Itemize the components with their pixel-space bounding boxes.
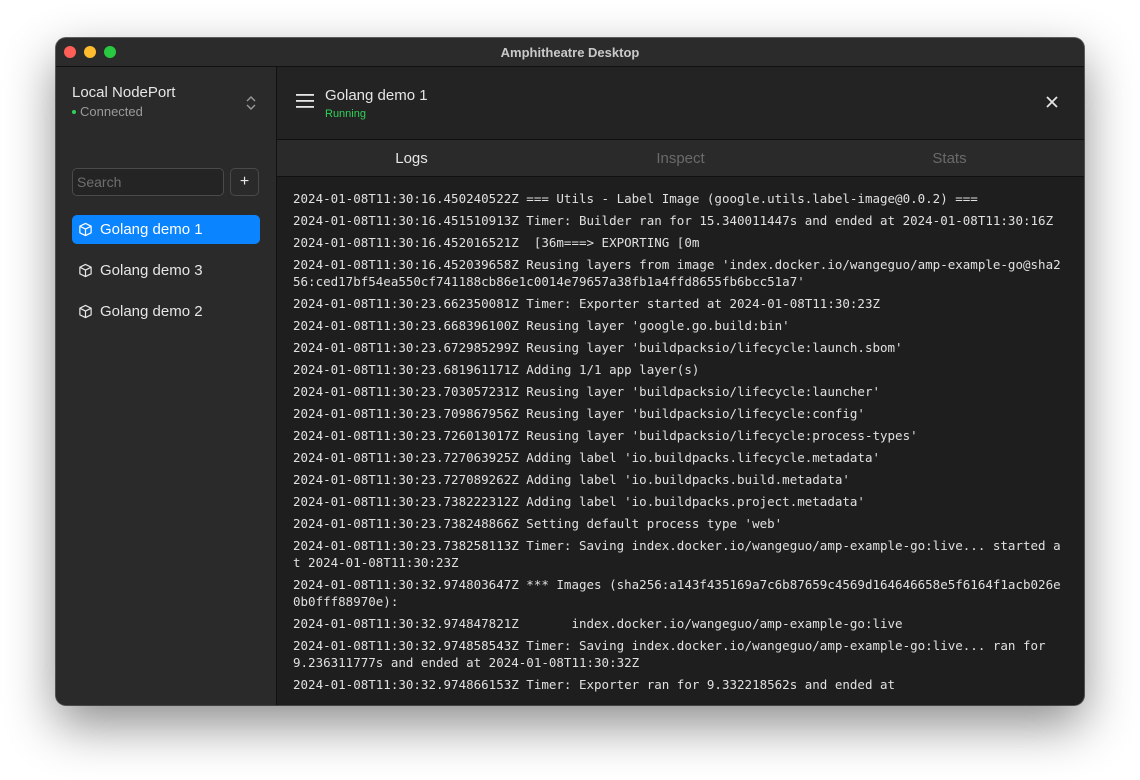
context-status-label: Connected — [80, 104, 143, 119]
log-line: 2024-01-08T11:30:23.727063925Z Adding la… — [293, 450, 880, 465]
log-line: 2024-01-08T11:30:23.738248866Z Setting d… — [293, 516, 783, 531]
log-line: 2024-01-08T11:30:16.450240522Z === Utils… — [293, 191, 978, 206]
playbook-item-golang-demo-1[interactable]: Golang demo 1 — [72, 215, 260, 244]
chevron-up-down-icon[interactable] — [244, 94, 258, 112]
tab-bar: Logs Inspect Stats — [277, 140, 1084, 177]
log-line: 2024-01-08T11:30:23.727089262Z Adding la… — [293, 472, 850, 487]
log-line: 2024-01-08T11:30:23.703057231Z Reusing l… — [293, 384, 880, 399]
window-controls — [64, 46, 116, 58]
tab-inspect[interactable]: Inspect — [546, 140, 815, 176]
playbook-status: Running — [325, 108, 366, 120]
log-line: 2024-01-08T11:30:32.974803647Z *** Image… — [293, 577, 1061, 609]
log-line: 2024-01-08T11:30:23.738222312Z Adding la… — [293, 494, 865, 509]
log-line: 2024-01-08T11:30:23.709867956Z Reusing l… — [293, 406, 865, 421]
title-bar: Amphitheatre Desktop — [56, 38, 1084, 67]
context-name: Local NodePort — [72, 84, 176, 101]
window-title: Amphitheatre Desktop — [500, 44, 640, 60]
playbook-title: Golang demo 1 — [325, 87, 428, 104]
tab-logs[interactable]: Logs — [277, 140, 546, 176]
playbook-list: Golang demo 1 Golang demo 3 Golang demo … — [72, 215, 260, 338]
close-icon[interactable] — [1046, 96, 1058, 108]
context-status: Connected — [72, 104, 175, 119]
log-line: 2024-01-08T11:30:23.668396100Z Reusing l… — [293, 318, 790, 333]
app-window: Amphitheatre Desktop Local NodePort Conn… — [56, 38, 1084, 705]
cube-icon — [79, 222, 92, 237]
main-panel: Golang demo 1 Running Logs Inspect Stats… — [277, 67, 1084, 705]
minimize-window-button[interactable] — [84, 46, 96, 58]
playbook-item-label: Golang demo 1 — [100, 221, 203, 238]
log-line: 2024-01-08T11:30:16.452039658Z Reusing l… — [293, 257, 1061, 289]
main-header: Golang demo 1 Running — [277, 67, 1084, 140]
maximize-window-button[interactable] — [104, 46, 116, 58]
tab-stats[interactable]: Stats — [815, 140, 1084, 176]
log-line: 2024-01-08T11:30:23.672985299Z Reusing l… — [293, 340, 903, 355]
cube-icon — [79, 304, 92, 319]
playbook-item-label: Golang demo 2 — [100, 303, 203, 320]
log-output[interactable]: 2024-01-08T11:30:16.450240522Z === Utils… — [277, 177, 1084, 705]
search-input[interactable] — [72, 168, 224, 196]
context-selector[interactable]: Local NodePort Connected — [72, 84, 175, 119]
log-line: 2024-01-08T11:30:32.974866153Z Timer: Ex… — [293, 677, 896, 692]
close-window-button[interactable] — [64, 46, 76, 58]
log-line: 2024-01-08T11:30:16.451510913Z Timer: Bu… — [293, 213, 1054, 228]
log-line: 2024-01-08T11:30:23.681961171Z Adding 1/… — [293, 362, 700, 377]
cube-icon — [79, 263, 92, 278]
menu-icon[interactable] — [296, 94, 314, 108]
log-line: 2024-01-08T11:30:23.738258113Z Timer: Sa… — [293, 538, 1061, 570]
add-playbook-button[interactable]: + — [230, 168, 259, 196]
sidebar: Local NodePort Connected + Golang demo 1 — [56, 67, 277, 705]
log-line: 2024-01-08T11:30:32.974847821Z index.doc… — [293, 616, 903, 631]
status-dot-icon — [72, 109, 76, 114]
playbook-item-label: Golang demo 3 — [100, 262, 203, 279]
log-line: 2024-01-08T11:30:32.974858543Z Timer: Sa… — [293, 638, 1054, 670]
log-line: 2024-01-08T11:30:23.662350081Z Timer: Ex… — [293, 296, 880, 311]
log-line: 2024-01-08T11:30:23.726013017Z Reusing l… — [293, 428, 918, 443]
playbook-item-golang-demo-2[interactable]: Golang demo 2 — [72, 297, 260, 326]
log-line: 2024-01-08T11:30:16.452016521Z [36m===> … — [293, 235, 700, 250]
playbook-item-golang-demo-3[interactable]: Golang demo 3 — [72, 256, 260, 285]
